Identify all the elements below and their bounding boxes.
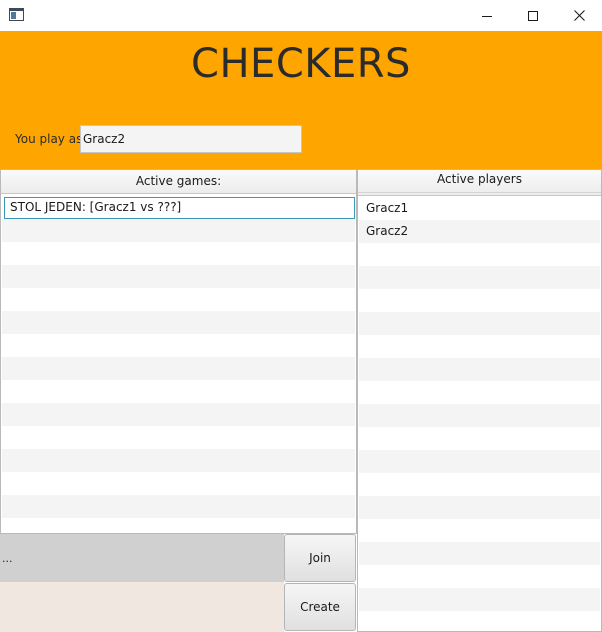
app-title: CHECKERS <box>191 41 411 87</box>
empty-list-row <box>359 611 600 631</box>
empty-list-row <box>2 288 355 311</box>
list-item[interactable]: STOL JEDEN: [Gracz1 vs ???] <box>4 197 355 219</box>
empty-list-row <box>2 380 355 403</box>
empty-list-row <box>359 450 600 473</box>
empty-list-row <box>2 311 355 334</box>
empty-list-row <box>359 565 600 588</box>
empty-list-row <box>359 427 600 450</box>
join-button[interactable]: Join <box>284 534 356 582</box>
active-players-header: Active players <box>358 170 601 196</box>
empty-list-row <box>359 335 600 358</box>
empty-list-row <box>359 358 600 381</box>
empty-list-row <box>2 472 355 495</box>
empty-list-row <box>2 426 355 449</box>
list-item[interactable]: Gracz1 <box>359 197 600 220</box>
active-games-list[interactable]: STOL JEDEN: [Gracz1 vs ???] <box>2 195 355 533</box>
empty-list-row <box>2 265 355 288</box>
empty-list-row <box>359 496 600 519</box>
empty-list-row <box>359 243 600 266</box>
empty-list-row <box>2 357 355 380</box>
play-as-label: You play as: <box>15 132 87 146</box>
empty-list-row <box>359 289 600 312</box>
empty-list-row <box>2 495 355 518</box>
active-games-panel: Active games: STOL JEDEN: [Gracz1 vs ???… <box>0 169 357 534</box>
minimize-icon <box>482 15 492 17</box>
lower-strip <box>0 582 284 632</box>
empty-list-row <box>359 266 600 289</box>
active-players-header-label: Active players <box>437 172 522 186</box>
empty-list-row <box>2 242 355 265</box>
empty-list-row <box>359 381 600 404</box>
status-text: ... <box>2 552 13 565</box>
empty-list-row <box>2 219 355 242</box>
maximize-icon <box>528 10 538 21</box>
active-games-header: Active games: <box>1 170 356 194</box>
maximize-button[interactable] <box>510 0 556 31</box>
close-icon <box>573 10 585 21</box>
empty-list-row <box>2 518 355 533</box>
close-button[interactable] <box>556 0 602 31</box>
status-strip: ... <box>0 534 284 582</box>
empty-list-row <box>359 519 600 542</box>
empty-list-row <box>359 542 600 565</box>
player-name-input[interactable] <box>80 125 302 153</box>
empty-list-row <box>359 312 600 335</box>
minimize-button[interactable] <box>464 0 510 31</box>
empty-list-row <box>359 588 600 611</box>
empty-list-row <box>2 334 355 357</box>
empty-list-row <box>2 449 355 472</box>
empty-list-row <box>359 404 600 427</box>
active-players-panel: Active players Gracz1 Gracz2 <box>357 169 602 632</box>
window-titlebar[interactable] <box>0 0 602 31</box>
active-players-list[interactable]: Gracz1 Gracz2 <box>359 197 600 631</box>
empty-list-row <box>359 473 600 496</box>
empty-list-row <box>2 403 355 426</box>
create-button[interactable]: Create <box>284 583 356 631</box>
list-item[interactable]: Gracz2 <box>359 220 600 243</box>
app-header: CHECKERS You play as: <box>0 31 602 169</box>
window-app-icon[interactable] <box>9 8 24 21</box>
